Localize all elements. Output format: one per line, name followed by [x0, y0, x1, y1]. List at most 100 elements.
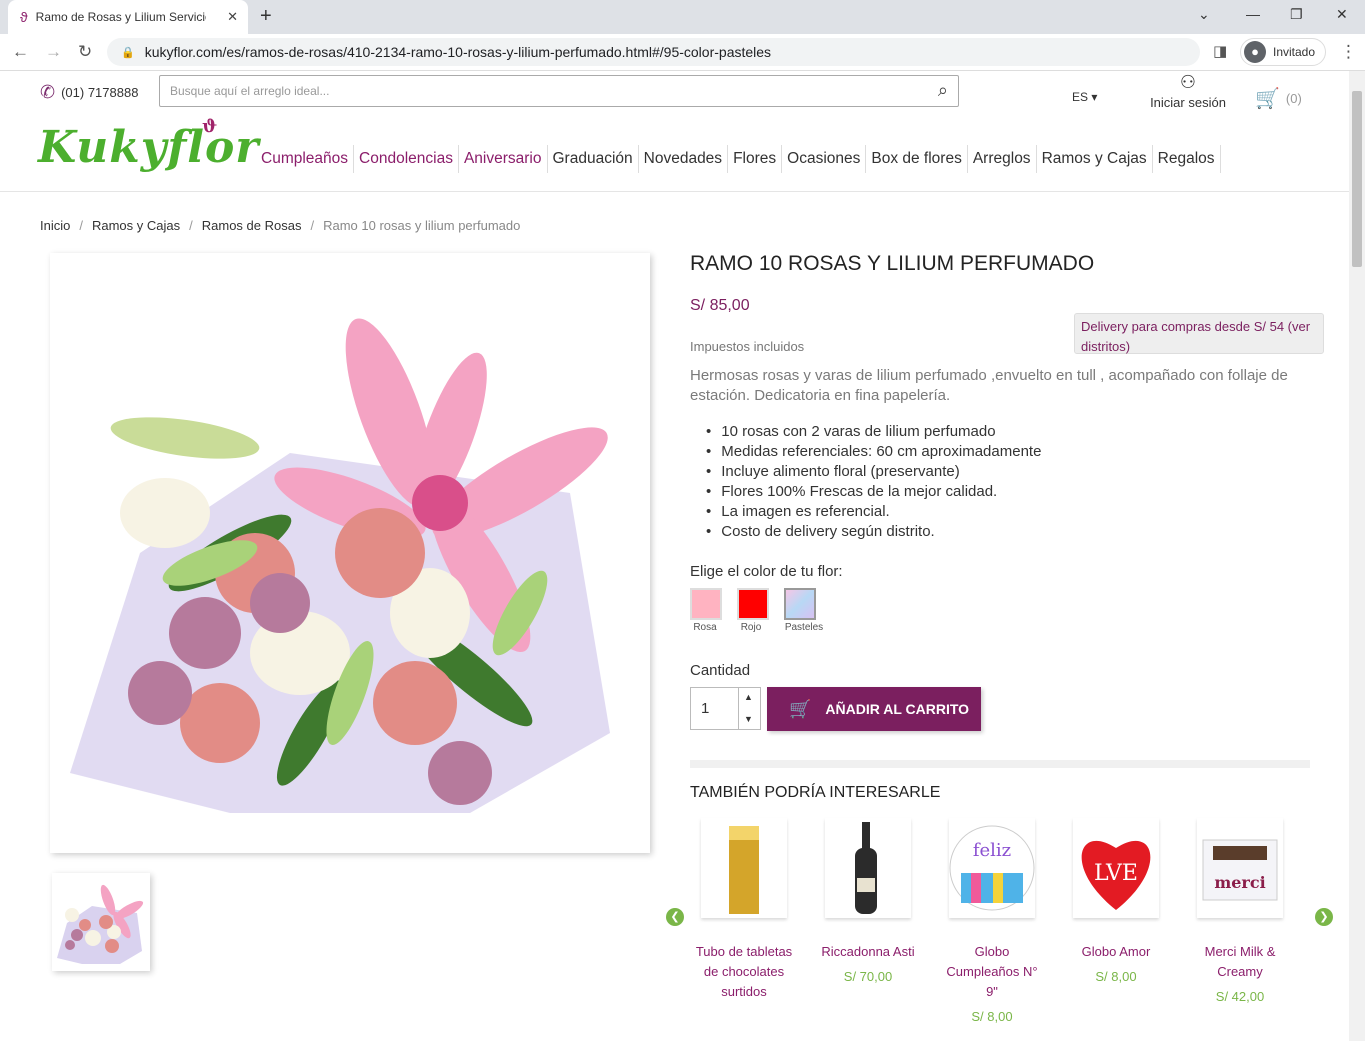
- related-product-image[interactable]: merci: [1197, 818, 1283, 918]
- reload-icon[interactable]: ↻: [78, 42, 92, 62]
- carousel-next-icon[interactable]: ❯: [1315, 908, 1333, 926]
- search-input[interactable]: Busque aquí el arreglo ideal... ⌕: [159, 75, 959, 107]
- search-placeholder: Busque aquí el arreglo ideal...: [170, 84, 330, 98]
- forward-icon[interactable]: →: [45, 42, 62, 62]
- minimize-icon[interactable]: —: [1246, 6, 1260, 22]
- phone-contact[interactable]: ✆ (01) 7178888: [40, 82, 138, 103]
- nav-item-aniversario[interactable]: Aniversario: [459, 145, 548, 173]
- side-panel-icon[interactable]: ◨: [1213, 42, 1227, 60]
- restore-icon[interactable]: ❐: [1290, 6, 1303, 23]
- nav-item-ocasiones[interactable]: Ocasiones: [782, 145, 867, 173]
- related-product-image[interactable]: [701, 818, 787, 918]
- breadcrumb-ramos-de-rosas[interactable]: Ramos de Rosas: [202, 218, 302, 233]
- related-product-price: S/ 8,00: [1095, 969, 1137, 984]
- site-logo[interactable]: Kukyflor ϑ: [38, 116, 260, 173]
- nav-item-cumpleanos[interactable]: Cumpleaños: [256, 145, 355, 173]
- related-product-price: S/ 8,00: [971, 1009, 1013, 1024]
- feature-item: Flores 100% Frescas de la mejor calidad.: [706, 482, 1041, 502]
- nav-item-novedades[interactable]: Novedades: [639, 145, 729, 173]
- quantity-value: 1: [701, 700, 710, 717]
- logo-text: Kukyflor: [38, 122, 260, 173]
- color-label-rosa: Rosa: [693, 622, 717, 633]
- close-window-icon[interactable]: ✕: [1336, 6, 1348, 23]
- related-product-price: S/ 42,00: [1215, 989, 1265, 1004]
- avatar-icon: ●: [1244, 41, 1266, 63]
- carousel-prev-icon[interactable]: ❮: [666, 908, 684, 926]
- login-link[interactable]: ⚇ Iniciar sesión: [1148, 72, 1228, 110]
- breadcrumb-ramos-y-cajas[interactable]: Ramos y Cajas: [92, 218, 180, 233]
- feature-item: Costo de delivery según distrito.: [706, 522, 1041, 542]
- stepper-buttons: ▲ ▼: [738, 688, 760, 729]
- decrement-icon[interactable]: ▼: [744, 714, 753, 724]
- profile-label: Invitado: [1273, 45, 1316, 59]
- caret-down-icon: ▾: [1091, 90, 1098, 104]
- nav-item-arreglos[interactable]: Arreglos: [968, 145, 1037, 173]
- header-divider: [0, 191, 1349, 192]
- color-swatch-rosa[interactable]: [690, 588, 722, 620]
- login-label: Iniciar sesión: [1150, 95, 1226, 110]
- quantity-stepper[interactable]: 1 ▲ ▼: [690, 687, 761, 730]
- color-label-pasteles: Pasteles: [784, 622, 824, 633]
- related-title: TAMBIÉN PODRÍA INTERESARLE: [690, 784, 941, 801]
- menu-icon[interactable]: ⋮: [1340, 42, 1357, 62]
- tab-title: Ramo de Rosas y Lilium Servicio: [35, 10, 206, 24]
- tab-search-icon[interactable]: ⌄: [1198, 6, 1210, 23]
- color-label: Elige el color de tu flor:: [690, 563, 843, 580]
- breadcrumb-inicio[interactable]: Inicio: [40, 218, 70, 233]
- related-product-card[interactable]: Tubo de tabletas de chocolates surtidos: [692, 818, 796, 1002]
- cart-link[interactable]: 🛒 (0): [1255, 86, 1302, 111]
- quantity-label: Cantidad: [690, 662, 751, 679]
- related-product-card[interactable]: LVE Globo Amor S/ 8,00: [1064, 818, 1168, 984]
- nav-item-regalos[interactable]: Regalos: [1153, 145, 1221, 173]
- address-bar[interactable]: 🔒 kukyflor.com/es/ramos-de-rosas/410-213…: [107, 38, 1200, 66]
- svg-text:LVE: LVE: [1094, 861, 1138, 886]
- cart-icon: 🛒: [789, 698, 812, 719]
- related-product-card[interactable]: merci Merci Milk & Creamy S/ 42,00: [1188, 818, 1292, 1004]
- user-icon: ⚇: [1179, 72, 1197, 92]
- feature-item: Medidas referenciales: 60 cm aproximadam…: [706, 442, 1041, 462]
- color-swatch-pasteles[interactable]: [784, 588, 816, 620]
- nav-item-graduacion[interactable]: Graduación: [548, 145, 639, 173]
- related-product-image[interactable]: [825, 818, 911, 918]
- nav-item-condolencias[interactable]: Condolencias: [354, 145, 459, 173]
- feature-item: 10 rosas con 2 varas de lilium perfumado: [706, 422, 1041, 442]
- svg-text:feliz: feliz: [973, 840, 1011, 861]
- kukyflor-favicon-icon: ϑ: [20, 9, 28, 25]
- browser-tab[interactable]: ϑ Ramo de Rosas y Lilium Servicio ✕: [8, 0, 248, 34]
- nav-item-flores[interactable]: Flores: [728, 145, 783, 173]
- delivery-notice[interactable]: Delivery para compras desde S/ 54 (ver d…: [1074, 313, 1324, 354]
- feature-item: La imagen es referencial.: [706, 502, 1041, 522]
- related-product-image[interactable]: feliz: [949, 818, 1035, 918]
- nav-item-box-de-flores[interactable]: Box de flores: [866, 145, 968, 173]
- add-to-cart-button[interactable]: 🛒 AÑADIR AL CARRITO: [767, 687, 981, 731]
- page-scrollbar[interactable]: [1349, 71, 1365, 1041]
- product-title: RAMO 10 ROSAS Y LILIUM PERFUMADO: [690, 252, 1095, 275]
- product-description: Hermosas rosas y varas de lilium perfuma…: [690, 367, 1288, 404]
- phone-icon: ✆: [40, 82, 56, 102]
- scrollbar-thumb[interactable]: [1352, 91, 1362, 267]
- back-icon[interactable]: ←: [12, 42, 29, 62]
- close-tab-icon[interactable]: ✕: [227, 9, 238, 25]
- related-product-card[interactable]: Riccadonna Asti S/ 70,00: [816, 818, 920, 984]
- color-swatch-rojo[interactable]: [737, 588, 769, 620]
- search-icon[interactable]: ⌕: [938, 80, 948, 101]
- profile-button[interactable]: ● Invitado: [1240, 38, 1326, 66]
- phone-number: (01) 7178888: [61, 85, 139, 100]
- related-product-name[interactable]: Riccadonna Asti: [816, 942, 920, 962]
- add-to-cart-label: AÑADIR AL CARRITO: [825, 701, 970, 717]
- related-product-card[interactable]: feliz Globo Cumpleaños N° 9" S/ 8,00: [940, 818, 1044, 1024]
- increment-icon[interactable]: ▲: [744, 692, 753, 702]
- breadcrumb: Inicio / Ramos y Cajas / Ramos de Rosas / R…: [40, 218, 521, 233]
- language-label: ES: [1072, 90, 1089, 104]
- new-tab-icon[interactable]: +: [260, 5, 272, 28]
- product-price: S/ 85,00: [690, 297, 750, 314]
- product-main-image[interactable]: [50, 253, 650, 853]
- related-product-name[interactable]: Tubo de tabletas de chocolates surtidos: [692, 942, 796, 1002]
- nav-item-ramos-y-cajas[interactable]: Ramos y Cajas: [1037, 145, 1153, 173]
- related-product-name[interactable]: Merci Milk & Creamy: [1188, 942, 1292, 982]
- language-selector[interactable]: ES ▾: [1072, 90, 1097, 104]
- related-product-image[interactable]: LVE: [1073, 818, 1159, 918]
- related-product-name[interactable]: Globo Amor: [1064, 942, 1168, 962]
- related-product-name[interactable]: Globo Cumpleaños N° 9": [940, 942, 1044, 1002]
- product-thumbnail[interactable]: [52, 873, 150, 971]
